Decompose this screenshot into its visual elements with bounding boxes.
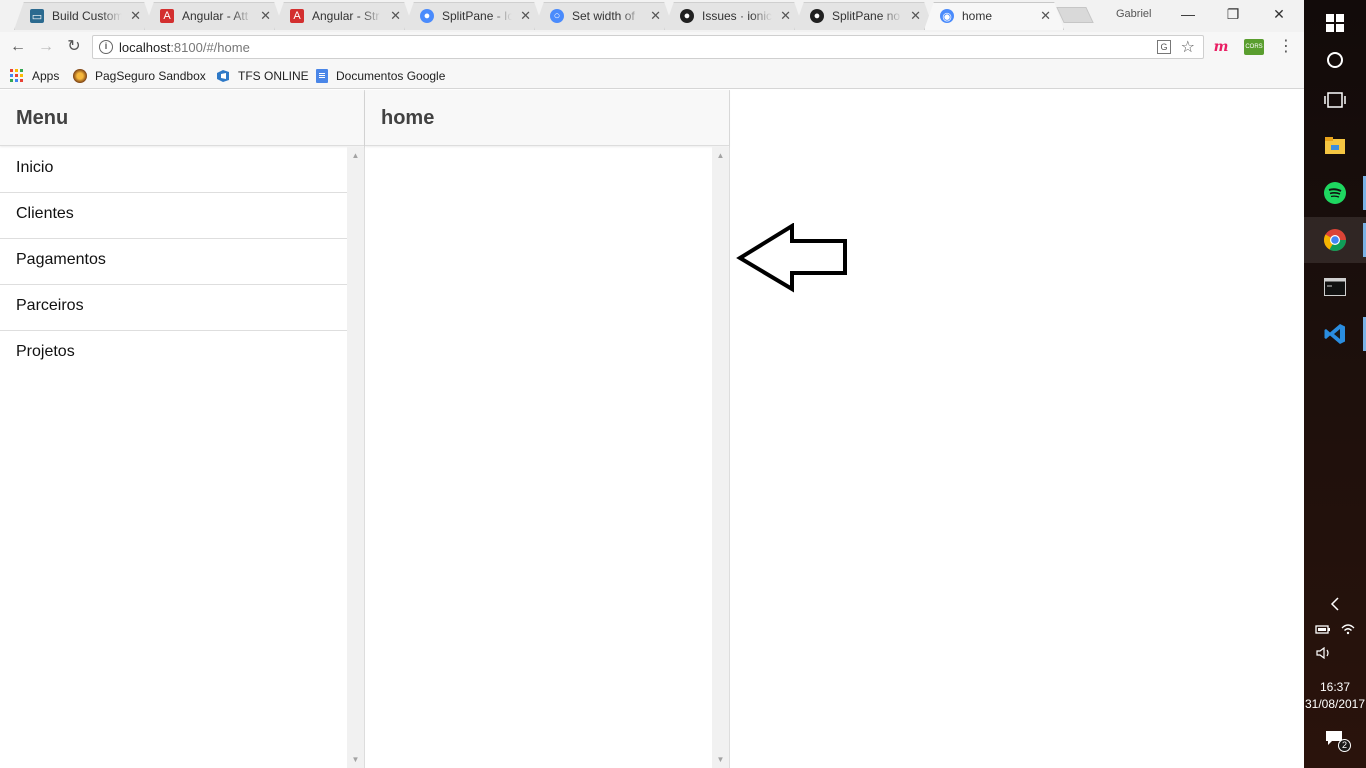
tab-close-icon[interactable]: ✕ — [650, 8, 661, 24]
info-icon[interactable]: i — [99, 40, 113, 54]
spotify-icon[interactable] — [1304, 170, 1366, 216]
menu-list: Inicio Clientes Pagamentos Parceiros Pro… — [0, 147, 347, 377]
tab-close-icon[interactable]: ✕ — [520, 8, 531, 24]
extension-m-icon[interactable]: m — [1212, 38, 1230, 56]
search-icon: ○ — [550, 9, 564, 23]
tab-angular-str[interactable]: A Angular - Str ✕ — [274, 2, 414, 30]
docs-icon — [316, 69, 328, 83]
vscode-icon[interactable] — [1304, 311, 1366, 357]
bookmark-apps[interactable]: Apps — [10, 67, 59, 85]
clock-time[interactable]: 16:37 — [1304, 680, 1366, 694]
menu-scrollbar[interactable]: ▲ ▼ — [347, 147, 364, 768]
tab-label: Build Custom — [52, 9, 122, 23]
tab-close-icon[interactable]: ✕ — [1040, 8, 1051, 24]
menu-pane: Menu Inicio Clientes Pagamentos Parceiro… — [0, 90, 365, 768]
menu-item-parceiros[interactable]: Parceiros — [0, 285, 347, 331]
tab-splitpane-github[interactable]: ● SplitPane no ✕ — [794, 2, 934, 30]
content-scrollbar[interactable]: ▲ ▼ — [712, 147, 729, 768]
url-text[interactable]: localhost:8100/#/home — [119, 40, 250, 55]
github-icon: ● — [680, 9, 694, 23]
bookmark-pagseguro[interactable]: PagSeguro Sandbox — [73, 67, 206, 85]
tab-label: Angular - Str — [312, 9, 380, 23]
monitor-icon: ▭ — [30, 9, 44, 23]
menu-kebab-icon[interactable]: ⋮ — [1277, 38, 1295, 56]
chrome-taskbar-icon[interactable] — [1304, 217, 1366, 263]
content-header: home — [365, 90, 729, 146]
new-tab-button[interactable] — [1056, 7, 1094, 23]
tab-close-icon[interactable]: ✕ — [780, 8, 791, 24]
menu-item-inicio[interactable]: Inicio — [0, 147, 347, 193]
browser-toolbar: ← → ↻ i localhost:8100/#/home G ☆ m CORS… — [0, 32, 1304, 62]
address-bar[interactable]: i localhost:8100/#/home G ☆ — [92, 35, 1204, 59]
page-viewport: Menu Inicio Clientes Pagamentos Parceiro… — [0, 90, 1304, 768]
chrome-window: ▭ Build Custom ✕ A Angular - Att ✕ A Ang… — [0, 0, 1304, 768]
content-title: home — [381, 107, 435, 129]
bookmark-tfs[interactable]: TFS ONLINE — [216, 67, 309, 85]
scroll-down-icon[interactable]: ▼ — [347, 751, 364, 768]
apps-grid-icon — [10, 69, 24, 83]
restore-icon[interactable]: ❐ — [1218, 4, 1248, 24]
github-icon: ● — [810, 9, 824, 23]
bookmark-google-docs[interactable]: Documentos Google — [316, 67, 445, 85]
back-arrow-icon[interactable]: ← — [8, 37, 28, 57]
action-center-icon[interactable]: 2 — [1304, 730, 1366, 752]
clock-date[interactable]: 31/08/2017 — [1304, 697, 1366, 711]
ionic-icon: ◉ — [940, 9, 954, 23]
tray-icons-row — [1304, 623, 1366, 635]
tray-chevron-icon[interactable] — [1304, 597, 1366, 614]
tfs-icon — [216, 69, 230, 83]
tab-splitpane-ionic[interactable]: ● SplitPane - Io ✕ — [404, 2, 544, 30]
scroll-up-icon[interactable]: ▲ — [347, 147, 364, 164]
scroll-down-icon[interactable]: ▼ — [712, 751, 729, 768]
tab-label: Issues · ionic — [702, 9, 772, 23]
angular-icon: A — [160, 9, 174, 23]
minimize-icon[interactable]: — — [1173, 4, 1203, 24]
tab-issues-ionic[interactable]: ● Issues · ionic ✕ — [664, 2, 804, 30]
profile-name[interactable]: Gabriel — [1116, 8, 1151, 20]
notification-count: 2 — [1338, 739, 1351, 752]
tab-label: Set width of — [572, 9, 635, 23]
tab-label: home — [962, 9, 993, 23]
menu-title: Menu — [16, 107, 69, 129]
translate-icon[interactable]: G — [1157, 40, 1171, 54]
close-window-icon[interactable]: ✕ — [1264, 4, 1294, 24]
tab-build-custom[interactable]: ▭ Build Custom ✕ — [14, 2, 154, 30]
wifi-icon[interactable] — [1341, 623, 1355, 635]
tab-angular-att[interactable]: A Angular - Att ✕ — [144, 2, 284, 30]
extension-cors-icon[interactable]: CORS — [1244, 39, 1264, 55]
menu-item-projetos[interactable]: Projetos — [0, 331, 347, 377]
task-view-icon[interactable] — [1304, 77, 1366, 123]
tab-close-icon[interactable]: ✕ — [390, 8, 401, 24]
terminal-icon[interactable] — [1304, 264, 1366, 310]
pagseguro-icon — [73, 69, 87, 83]
tab-label: Angular - Att — [182, 9, 249, 23]
tab-home[interactable]: ◉ home ✕ — [924, 2, 1064, 30]
file-explorer-icon[interactable] — [1304, 123, 1366, 169]
menu-header: Menu — [0, 90, 364, 146]
content-pane: home ▲ ▼ — [365, 90, 730, 768]
tab-set-width[interactable]: ○ Set width of ✕ — [534, 2, 674, 30]
reload-icon[interactable]: ↻ — [64, 37, 84, 57]
bookmarks-bar: Apps PagSeguro Sandbox TFS ONLINE Docume… — [0, 62, 1304, 89]
tab-close-icon[interactable]: ✕ — [130, 8, 141, 24]
tab-label: SplitPane - Io — [442, 9, 512, 23]
bookmark-star-icon[interactable]: ☆ — [1181, 37, 1195, 57]
windows-taskbar: 16:37 31/08/2017 2 — [1304, 0, 1366, 768]
scroll-up-icon[interactable]: ▲ — [712, 147, 729, 164]
tab-close-icon[interactable]: ✕ — [260, 8, 271, 24]
forward-arrow-icon[interactable]: → — [36, 37, 56, 57]
menu-item-clientes[interactable]: Clientes — [0, 193, 347, 239]
ionic-icon: ● — [420, 9, 434, 23]
battery-icon[interactable] — [1315, 623, 1331, 635]
tab-strip: ▭ Build Custom ✕ A Angular - Att ✕ A Ang… — [0, 0, 1304, 32]
tab-label: SplitPane no — [832, 9, 901, 23]
volume-icon[interactable] — [1304, 646, 1366, 662]
tab-close-icon[interactable]: ✕ — [910, 8, 921, 24]
annotation-arrow-icon — [736, 223, 847, 293]
angular-icon: A — [290, 9, 304, 23]
menu-item-pagamentos[interactable]: Pagamentos — [0, 239, 347, 285]
